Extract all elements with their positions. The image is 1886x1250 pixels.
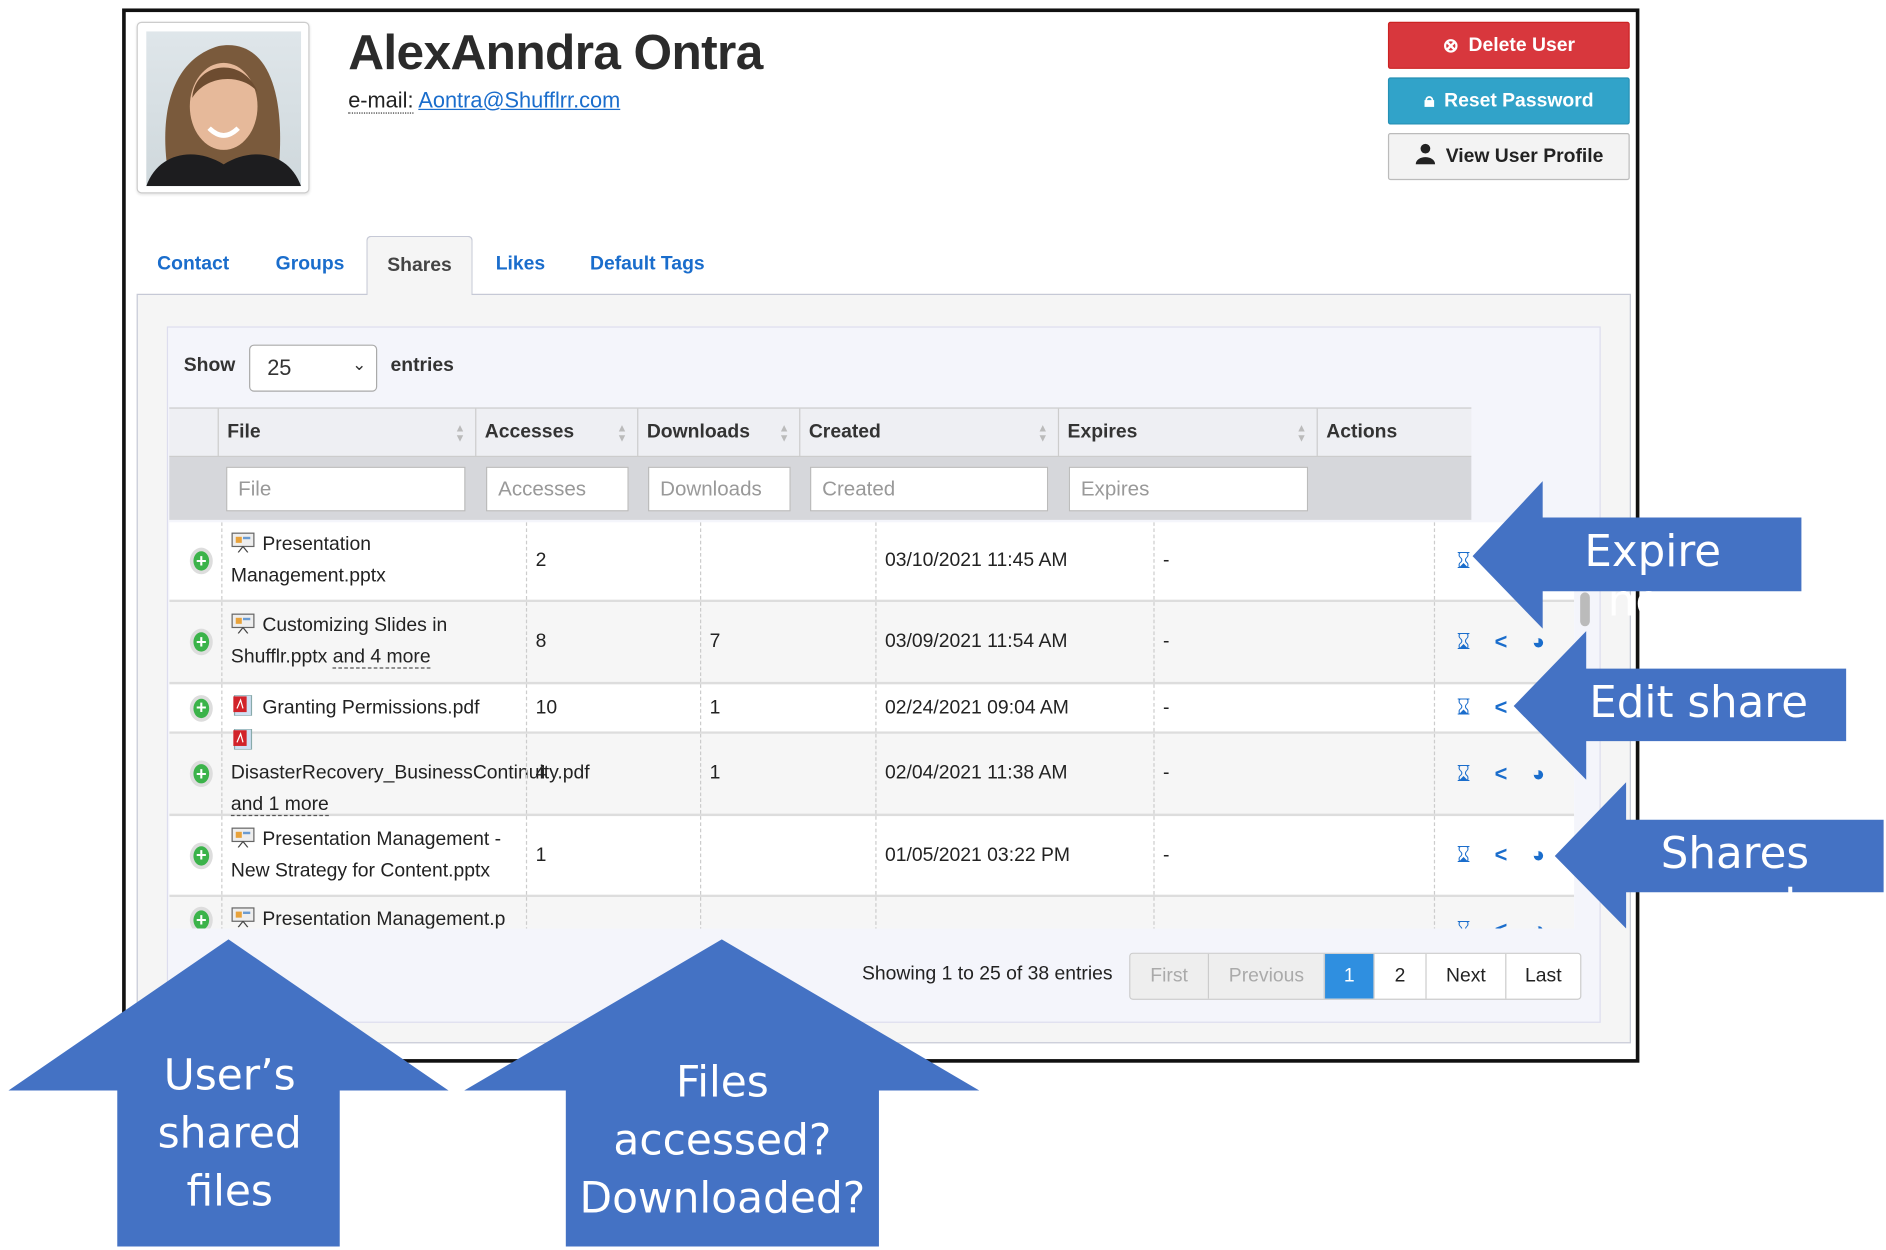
callout-accessed-downloaded: Files accessed? Downloaded? (579, 1059, 866, 1224)
callout-expire-now: Expire now (1584, 527, 1722, 627)
callout-edit-share: Edit share (1589, 678, 1809, 728)
callout-shared-files: User’s shared files (157, 1051, 302, 1217)
callout-shares-report: Shares report (1660, 829, 1810, 929)
tab-shares[interactable]: Shares (366, 235, 473, 295)
